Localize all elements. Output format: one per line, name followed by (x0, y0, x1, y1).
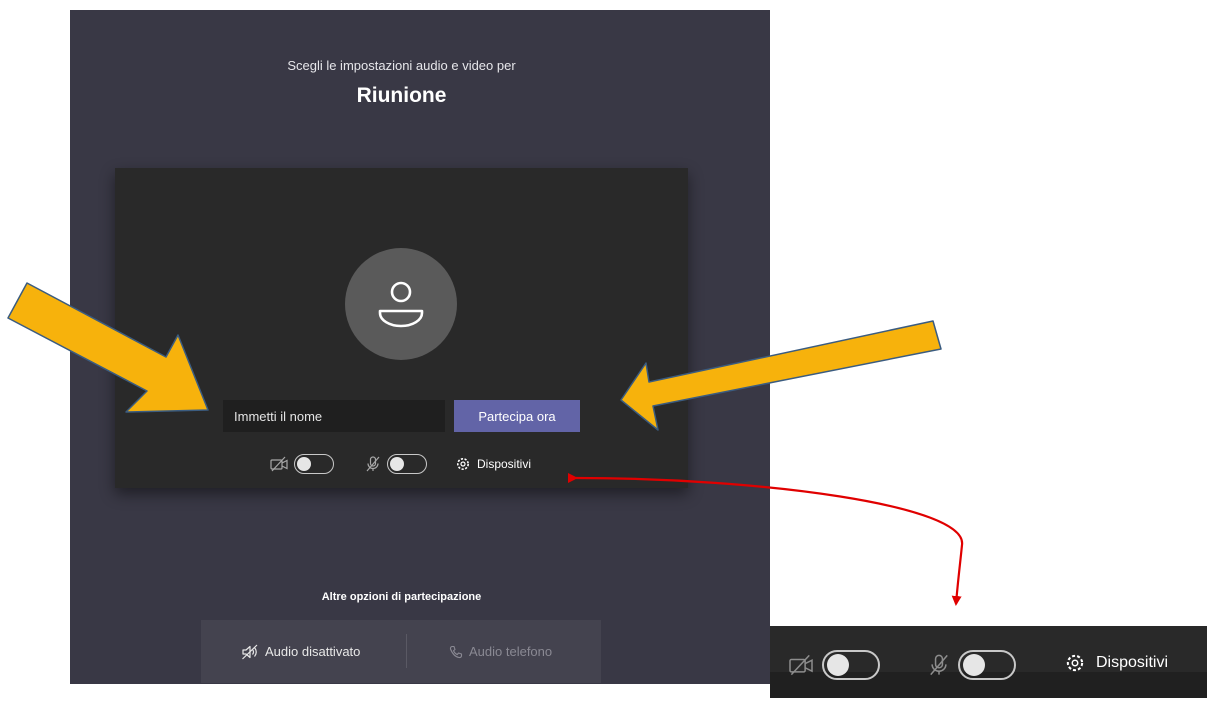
zoomed-devices-label: Dispositivi (1096, 654, 1169, 671)
join-now-button[interactable]: Partecipa ora (454, 400, 580, 432)
phone-icon (449, 645, 463, 658)
prejoin-subtitle: Scegli le impostazioni audio e video per (287, 58, 516, 73)
options-divider (406, 634, 407, 668)
camera-toggle[interactable] (294, 454, 334, 474)
gear-icon (1066, 654, 1084, 672)
camera-control (270, 454, 334, 474)
zoomed-camera-toggle[interactable] (822, 650, 880, 680)
zoomed-mic-control (928, 650, 1016, 680)
devices-label: Dispositivi (477, 457, 532, 471)
name-input[interactable] (223, 400, 445, 432)
devices-button[interactable]: Dispositivi (455, 456, 531, 472)
mic-control (365, 454, 427, 474)
prejoin-panel: Scegli le impostazioni audio e video per… (70, 10, 770, 684)
screenshot-stage: Scegli le impostazioni audio e video per… (0, 0, 1207, 710)
phone-audio-label: Audio telefono (469, 644, 553, 659)
meeting-title: Riunione (356, 84, 447, 107)
zoomed-devices-button[interactable]: Dispositivi (1064, 652, 1168, 674)
camera-off-icon (270, 456, 288, 472)
media-controls-row: Dispositivi (115, 454, 688, 478)
person-icon (378, 281, 424, 328)
speaker-off-icon (242, 644, 258, 659)
mic-off-icon (366, 456, 380, 472)
gear-icon (457, 458, 469, 470)
other-options-bar: Audio disattivato Audio telefono (201, 620, 601, 683)
phone-audio-option[interactable]: Audio telefono (449, 620, 552, 683)
other-options-title: Altre opzioni di partecipazione (321, 591, 482, 603)
zoomed-camera-control (788, 650, 880, 680)
mic-off-icon (930, 654, 948, 676)
preview-card: Partecipa ora (115, 168, 688, 488)
zoomed-controls-strip: Dispositivi (770, 626, 1207, 698)
mic-toggle[interactable] (387, 454, 427, 474)
camera-off-icon (789, 654, 813, 676)
avatar (345, 248, 457, 360)
audio-off-label: Audio disattivato (265, 644, 361, 659)
audio-off-option[interactable]: Audio disattivato (241, 620, 360, 683)
zoomed-mic-toggle[interactable] (958, 650, 1016, 680)
